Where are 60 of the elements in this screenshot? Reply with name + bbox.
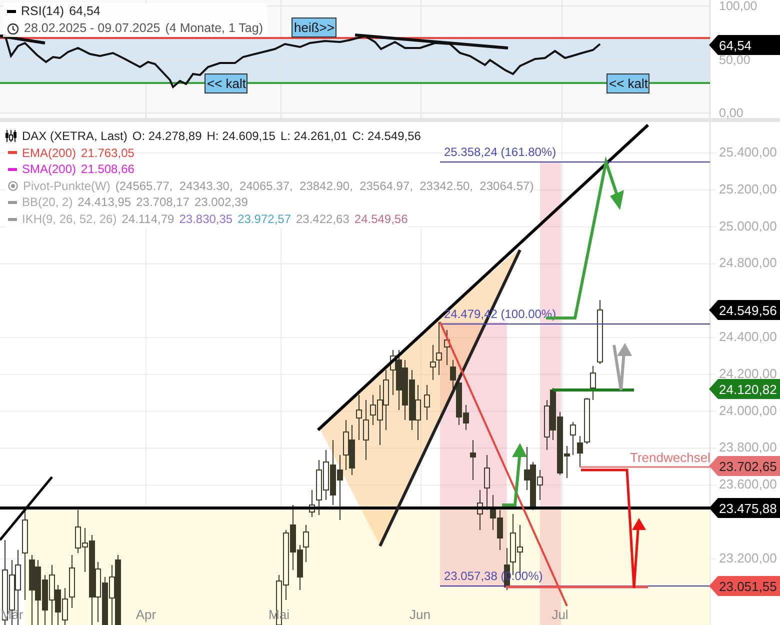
price-value: O: 24.278,89 (132, 128, 202, 145)
indicator-value: 23.422,63 (296, 210, 350, 228)
axis-label: 50,00 (719, 53, 750, 67)
candlestick-icon (5, 130, 17, 142)
axis-label: 0,00 (719, 106, 744, 120)
indicator-value: 23.972,57 (238, 210, 291, 228)
price-value: L: 24.261,01 (280, 128, 348, 145)
axis-label: 23.200,00 (719, 550, 777, 566)
indicator-name: IKH(9, 26, 52, 26) (22, 210, 117, 228)
axis-label: 23.800,00 (719, 440, 777, 455)
indicator-value: 23.708,17 (136, 194, 190, 211)
candlestick (424, 384, 430, 420)
price-tag: 23.051,55 (709, 576, 780, 596)
indicator-value: 23.002,39 (194, 194, 248, 211)
indicator-value: 21.763,05 (81, 144, 134, 162)
axis-label: Apr (136, 607, 156, 622)
candlestick (470, 440, 476, 480)
indicator-name: BB(20, 2) (22, 194, 73, 211)
indicator-value: (24565.77, 24343.30, 24065.37, 23842.90, 23564.97, 23342.50, 23064.57) (115, 178, 534, 194)
price-tag: 24.120,82 (709, 379, 780, 399)
indicator-name: Pivot-Punkte(W) (23, 178, 110, 194)
signal-label: << kalt (204, 74, 248, 94)
date-range: 28.02.2025 - 09.07.2025 (24, 20, 160, 37)
indicator-value: 24.413,95 (78, 194, 132, 211)
indicator-value: 64,54 (69, 3, 100, 20)
axis-label: Jul (552, 607, 568, 622)
signal-label: << kalt (606, 74, 650, 94)
duration-text: (4 Monate, 1 Tag) (165, 20, 263, 37)
price-tag: 23.702,65 (709, 456, 780, 476)
instrument-name: DAX (XETRA, Last) (22, 128, 128, 145)
indicator-value: 24.549,56 (354, 210, 408, 228)
axis-label: Jun (410, 607, 430, 622)
arrow-drawing (612, 343, 632, 392)
price-tag: 64,54 (709, 35, 780, 55)
axis-label: 23.600,00 (719, 476, 777, 492)
signal-label: heiß>> (292, 18, 336, 38)
axis-label: 24.800,00 (719, 255, 777, 270)
price-value: H: 24.609,15 (206, 128, 276, 145)
axis-label: 25.200,00 (719, 181, 777, 196)
axis-label: 24.200,00 (719, 366, 777, 381)
axis-label: 100,00 (719, 0, 758, 13)
indicator-name: SMA(200) (22, 161, 76, 178)
axis-label: 24.000,00 (719, 402, 777, 418)
price-tag: 24.549,56 (709, 300, 780, 320)
price-value: C: 24.549,56 (352, 128, 421, 145)
axis-label: 25.000,00 (719, 218, 777, 234)
indicator-name: RSI(14) (21, 3, 64, 20)
price-tag: 23.475,88 (709, 498, 780, 518)
fibonacci-label: 25.358,24 (161.80%) (444, 145, 556, 159)
indicator-value: 23.830,35 (179, 210, 233, 228)
axis-label: 25.400,00 (719, 144, 777, 160)
trend-line (0, 34, 46, 44)
arrow-drawing (502, 443, 527, 506)
indicator-name: EMA(200) (22, 144, 76, 162)
trend-line (0, 476, 53, 541)
indicator-value: 24.114,79 (122, 210, 174, 228)
clock-icon (7, 22, 19, 34)
indicator-value: 21.508,66 (81, 161, 134, 178)
axis-label: 24.400,00 (719, 329, 777, 344)
annotation-label: Trendwechsel (630, 450, 710, 465)
